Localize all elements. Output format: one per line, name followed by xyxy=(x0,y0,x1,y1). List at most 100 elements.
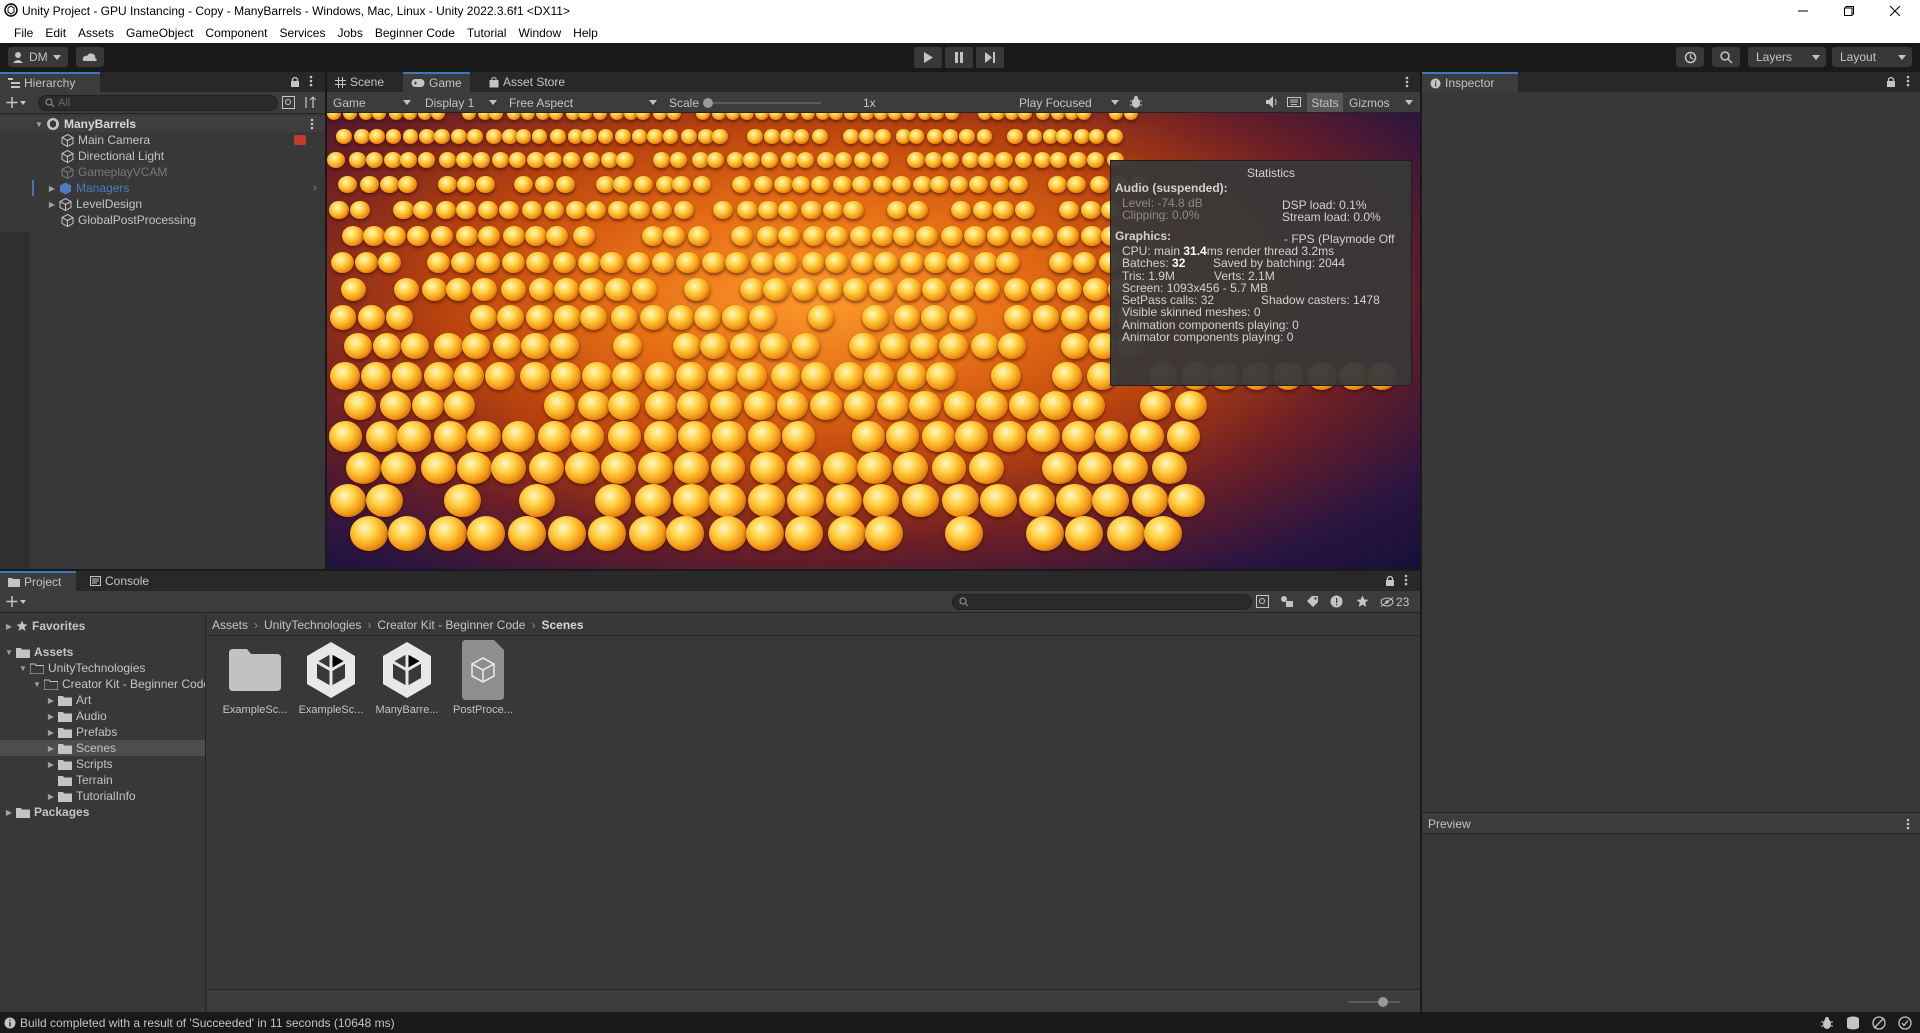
play-button[interactable] xyxy=(914,47,942,68)
foldout-closed-icon[interactable]: ▶ xyxy=(46,759,56,769)
favorites-row[interactable]: ▶ Favorites xyxy=(4,618,85,634)
hierarchy-item-managers[interactable]: ▶ Managers › xyxy=(0,180,325,196)
hierarchy-item-directional-light[interactable]: Directional Light xyxy=(0,148,325,164)
tab-game[interactable]: Game xyxy=(403,72,470,92)
display-dropdown[interactable]: Display 1 xyxy=(421,94,501,111)
kebab-menu-icon[interactable] xyxy=(1906,75,1910,87)
hierarchy-search-input[interactable]: All xyxy=(38,95,278,111)
lock-icon[interactable] xyxy=(1385,575,1395,587)
chevron-right-icon[interactable]: › xyxy=(313,182,317,194)
menu-gameobject[interactable]: GameObject xyxy=(120,26,199,40)
log-filter-icon[interactable] xyxy=(1330,595,1343,608)
foldout-closed-icon[interactable]: ▶ xyxy=(46,711,56,721)
lock-icon[interactable] xyxy=(290,76,300,88)
cloud-button[interactable] xyxy=(76,47,104,67)
speaker-icon[interactable] xyxy=(1265,95,1279,109)
lock-icon[interactable] xyxy=(1886,76,1896,88)
play-focused-dropdown[interactable]: Play Focused xyxy=(1015,94,1123,111)
foldout-open-icon[interactable]: ▼ xyxy=(34,119,44,129)
tab-console[interactable]: Console xyxy=(82,571,157,591)
star-icon[interactable] xyxy=(1356,595,1369,608)
keyboard-icon[interactable] xyxy=(1287,95,1301,109)
account-dropdown[interactable]: DM xyxy=(8,47,68,67)
foldout-closed-icon[interactable]: ▶ xyxy=(46,743,56,753)
foldout-closed-icon[interactable]: ▶ xyxy=(46,695,56,705)
layout-dropdown[interactable]: Layout xyxy=(1832,47,1912,67)
kebab-menu-icon[interactable] xyxy=(1405,76,1409,88)
menu-services[interactable]: Services xyxy=(273,26,331,40)
label-filter-icon[interactable] xyxy=(1306,595,1319,608)
tree-item-terrain[interactable]: Terrain xyxy=(58,772,113,788)
menu-tutorial[interactable]: Tutorial xyxy=(461,26,513,40)
foldout-open-icon[interactable]: ▼ xyxy=(18,663,28,673)
kebab-menu-icon[interactable] xyxy=(310,118,314,130)
kebab-menu-icon[interactable] xyxy=(1404,574,1408,586)
project-search-input[interactable] xyxy=(952,594,1252,610)
minimize-button[interactable] xyxy=(1780,0,1826,22)
maximize-button[interactable] xyxy=(1826,0,1872,22)
hierarchy-item-global-post-processing[interactable]: GlobalPostProcessing xyxy=(0,212,325,228)
tab-hierarchy[interactable]: Hierarchy xyxy=(0,72,100,92)
hierarchy-item-main-camera[interactable]: Main Camera xyxy=(0,132,325,148)
scale-slider-thumb[interactable] xyxy=(703,98,713,108)
close-button[interactable] xyxy=(1872,0,1918,22)
foldout-closed-icon[interactable]: ▶ xyxy=(47,183,57,193)
tab-scene[interactable]: Scene xyxy=(327,72,392,92)
foldout-closed-icon[interactable]: ▶ xyxy=(46,791,56,801)
asset-item[interactable]: ExampleSc... xyxy=(295,640,367,716)
scene-search-icon[interactable] xyxy=(1256,595,1269,608)
icon-size-slider[interactable] xyxy=(1348,997,1400,1007)
asset-item[interactable]: ManyBarre... xyxy=(371,640,443,716)
scale-slider[interactable] xyxy=(703,98,821,108)
pause-button[interactable] xyxy=(945,47,973,68)
bug-icon[interactable] xyxy=(1129,95,1143,109)
asset-item[interactable]: ExampleSc... xyxy=(219,640,291,716)
database-icon[interactable] xyxy=(1846,1016,1860,1030)
stats-toggle[interactable]: Stats xyxy=(1307,93,1343,112)
foldout-open-icon[interactable]: ▼ xyxy=(4,647,14,657)
check-circle-icon[interactable] xyxy=(1898,1016,1912,1030)
kebab-menu-icon[interactable] xyxy=(309,75,313,87)
game-viewport[interactable]: Statistics Audio (suspended): Level: -74… xyxy=(327,113,1420,569)
menu-file[interactable]: File xyxy=(8,26,39,40)
menu-edit[interactable]: Edit xyxy=(39,26,72,40)
foldout-open-icon[interactable]: ▼ xyxy=(32,679,42,689)
status-message[interactable]: Build completed with a result of 'Succee… xyxy=(20,1016,395,1030)
menu-window[interactable]: Window xyxy=(512,26,567,40)
history-button[interactable] xyxy=(1676,47,1704,67)
kebab-menu-icon[interactable] xyxy=(1906,818,1910,830)
foldout-closed-icon[interactable]: ▶ xyxy=(46,727,56,737)
network-off-icon[interactable] xyxy=(1872,1016,1886,1030)
foldout-closed-icon[interactable]: ▶ xyxy=(47,199,57,209)
tree-item-scripts[interactable]: ▶ Scripts xyxy=(46,756,113,772)
menu-help[interactable]: Help xyxy=(567,26,604,40)
tree-item-unity-technologies[interactable]: ▼ UnityTechnologies xyxy=(18,660,145,676)
aspect-dropdown[interactable]: Free Aspect xyxy=(505,94,661,111)
hierarchy-item-level-design[interactable]: ▶ LevelDesign xyxy=(0,196,325,212)
hierarchy-item-gameplay-vcam[interactable]: GameplayVCAM xyxy=(0,164,325,180)
game-mode-dropdown[interactable]: Game xyxy=(329,94,415,111)
tree-item-tutorial-info[interactable]: ▶ TutorialInfo xyxy=(46,788,136,804)
breadcrumb-item-current[interactable]: Scenes xyxy=(541,618,583,632)
scene-row[interactable]: ▼ ManyBarrels xyxy=(0,116,325,132)
foldout-closed-icon[interactable]: ▶ xyxy=(4,621,14,631)
breadcrumb-item[interactable]: Assets xyxy=(212,618,248,632)
tree-item-scenes[interactable]: ▶ Scenes xyxy=(0,740,205,756)
menu-beginner-code[interactable]: Beginner Code xyxy=(369,26,461,40)
foldout-closed-icon[interactable]: ▶ xyxy=(4,807,14,817)
tree-item-assets[interactable]: ▼ Assets xyxy=(4,644,73,660)
tree-item-art[interactable]: ▶ Art xyxy=(46,692,91,708)
add-icon[interactable] xyxy=(6,96,26,109)
scene-search-icon[interactable] xyxy=(282,96,295,109)
layers-dropdown[interactable]: Layers xyxy=(1748,47,1826,67)
tab-inspector[interactable]: Inspector xyxy=(1422,72,1518,92)
hidden-packages-toggle[interactable]: 23 xyxy=(1380,595,1409,609)
bug-icon[interactable] xyxy=(1820,1016,1834,1030)
breadcrumb-item[interactable]: Creator Kit - Beginner Code xyxy=(377,618,525,632)
tree-item-creator-kit[interactable]: ▼ Creator Kit - Beginner Code xyxy=(32,676,205,692)
tree-item-prefabs[interactable]: ▶ Prefabs xyxy=(46,724,117,740)
step-button[interactable] xyxy=(976,47,1004,68)
gizmos-dropdown[interactable]: Gizmos xyxy=(1345,94,1417,111)
preview-header[interactable]: Preview xyxy=(1422,812,1920,834)
asset-item[interactable]: PostProce... xyxy=(447,640,519,716)
